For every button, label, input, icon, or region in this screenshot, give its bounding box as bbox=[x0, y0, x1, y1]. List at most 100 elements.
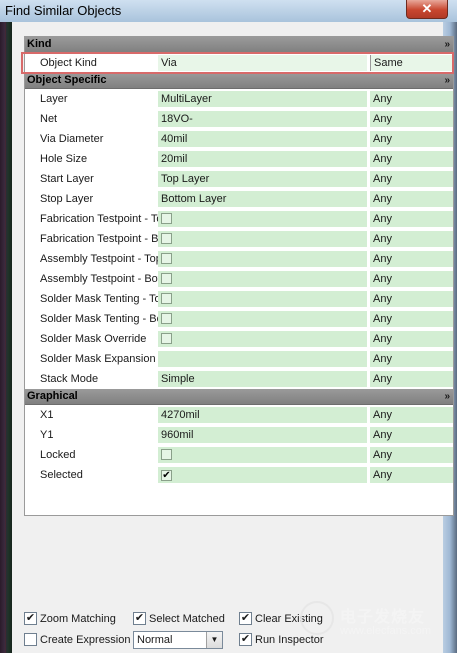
value-checkbox[interactable] bbox=[161, 273, 172, 284]
compare-select[interactable]: Any bbox=[370, 131, 453, 147]
checkbox-box[interactable]: ✔ bbox=[239, 633, 252, 646]
select-matched-checkbox[interactable]: ✔ Select Matched bbox=[133, 612, 225, 625]
zoom-matching-checkbox[interactable]: ✔ Zoom Matching bbox=[24, 612, 116, 625]
property-row[interactable]: Y1 960mil Any bbox=[25, 425, 453, 445]
watermark: 电子发烧友 www.elecfans.com bbox=[300, 595, 440, 645]
property-name: Locked bbox=[40, 449, 76, 461]
property-row[interactable]: X1 4270mil Any bbox=[25, 405, 453, 425]
section-graphical[interactable]: Graphical » bbox=[25, 389, 453, 405]
value-checkbox[interactable] bbox=[161, 293, 172, 304]
property-value[interactable] bbox=[158, 251, 367, 267]
compare-select[interactable]: Any bbox=[370, 171, 453, 187]
property-row[interactable]: Solder Mask Expansion Any bbox=[25, 349, 453, 369]
property-row[interactable]: Net 18VO- Any bbox=[25, 109, 453, 129]
property-value[interactable] bbox=[158, 271, 367, 287]
value-checkbox[interactable] bbox=[161, 253, 172, 264]
checkbox-box[interactable]: ✔ bbox=[24, 612, 37, 625]
property-name: Solder Mask Expansion bbox=[40, 353, 156, 365]
property-row[interactable]: Start Layer Top Layer Any bbox=[25, 169, 453, 189]
property-row[interactable]: Assembly Testpoint - Top Any bbox=[25, 249, 453, 269]
value-checkbox[interactable] bbox=[161, 333, 172, 344]
close-button[interactable]: ✕ bbox=[406, 0, 448, 19]
property-row[interactable]: Selected ✔ Any bbox=[25, 465, 453, 485]
collapse-chevron-icon[interactable]: » bbox=[444, 73, 450, 88]
compare-select[interactable]: Any bbox=[370, 251, 453, 267]
mode-select[interactable]: Normal ▼ bbox=[133, 631, 223, 649]
property-value[interactable]: 960mil bbox=[158, 427, 367, 443]
collapse-chevron-icon[interactable]: » bbox=[444, 37, 450, 52]
compare-select[interactable]: Any bbox=[370, 231, 453, 247]
compare-select[interactable]: Any bbox=[370, 111, 453, 127]
property-row[interactable]: Fabrication Testpoint - Bottom Any bbox=[25, 229, 453, 249]
value-checkbox[interactable] bbox=[161, 233, 172, 244]
compare-select[interactable]: Any bbox=[370, 271, 453, 287]
property-row[interactable]: Stop Layer Bottom Layer Any bbox=[25, 189, 453, 209]
compare-select[interactable]: Any bbox=[370, 291, 453, 307]
property-value[interactable] bbox=[158, 211, 367, 227]
property-value[interactable] bbox=[158, 331, 367, 347]
property-value[interactable]: MultiLayer bbox=[158, 91, 367, 107]
compare-select[interactable]: Any bbox=[370, 151, 453, 167]
property-row[interactable]: Hole Size 20mil Any bbox=[25, 149, 453, 169]
title-bar: Find Similar Objects ✕ bbox=[0, 0, 457, 23]
property-name: Fabrication Testpoint - Top bbox=[40, 213, 158, 225]
collapse-chevron-icon[interactable]: » bbox=[444, 389, 450, 404]
property-row[interactable]: Via Diameter 40mil Any bbox=[25, 129, 453, 149]
compare-select[interactable]: Any bbox=[370, 371, 453, 387]
value-checkbox[interactable] bbox=[161, 449, 172, 460]
property-row[interactable]: Stack Mode Simple Any bbox=[25, 369, 453, 389]
property-value[interactable]: 18VO- bbox=[158, 111, 367, 127]
compare-select[interactable]: Any bbox=[370, 91, 453, 107]
property-value[interactable]: Bottom Layer bbox=[158, 191, 367, 207]
value-checkbox[interactable] bbox=[161, 213, 172, 224]
property-row[interactable]: Solder Mask Tenting - Bottom Any bbox=[25, 309, 453, 329]
property-value[interactable] bbox=[158, 351, 367, 367]
property-value[interactable]: 20mil bbox=[158, 151, 367, 167]
property-row[interactable]: Assembly Testpoint - Bottom Any bbox=[25, 269, 453, 289]
compare-select[interactable]: Any bbox=[370, 351, 453, 367]
property-name: Net bbox=[40, 113, 58, 125]
property-row[interactable]: Solder Mask Tenting - Top Any bbox=[25, 289, 453, 309]
value-checkbox[interactable] bbox=[161, 313, 172, 324]
property-value[interactable] bbox=[158, 447, 367, 463]
watermark-logo-icon bbox=[300, 601, 334, 635]
property-value[interactable]: Simple bbox=[158, 371, 367, 387]
property-row[interactable]: Object Kind Via Same bbox=[25, 53, 453, 73]
property-name: Layer bbox=[40, 93, 68, 105]
property-value[interactable] bbox=[158, 291, 367, 307]
compare-select[interactable]: Any bbox=[370, 447, 453, 463]
property-value[interactable]: Top Layer bbox=[158, 171, 367, 187]
compare-select[interactable]: Any bbox=[370, 311, 453, 327]
property-row[interactable]: Layer MultiLayer Any bbox=[25, 89, 453, 109]
section-object-specific[interactable]: Object Specific » bbox=[25, 73, 453, 89]
property-name: Via Diameter bbox=[40, 133, 104, 145]
compare-select[interactable]: Any bbox=[370, 331, 453, 347]
property-value[interactable]: Via bbox=[158, 55, 367, 71]
checkbox-label: Create Expression bbox=[40, 633, 131, 646]
property-value[interactable]: ✔ bbox=[158, 467, 367, 483]
property-value[interactable] bbox=[158, 231, 367, 247]
compare-select[interactable]: Any bbox=[370, 211, 453, 227]
property-value[interactable]: 40mil bbox=[158, 131, 367, 147]
checkbox-box[interactable]: ✔ bbox=[239, 612, 252, 625]
section-kind[interactable]: Kind » bbox=[25, 37, 453, 53]
property-row[interactable]: Solder Mask Override Any bbox=[25, 329, 453, 349]
value-checkbox[interactable]: ✔ bbox=[161, 470, 172, 481]
compare-select[interactable]: Same bbox=[370, 55, 453, 71]
checkbox-box[interactable]: ✔ bbox=[133, 612, 146, 625]
compare-select[interactable]: Any bbox=[370, 467, 453, 483]
compare-select[interactable]: Any bbox=[370, 191, 453, 207]
create-expression-checkbox[interactable]: Create Expression bbox=[24, 633, 131, 646]
property-value[interactable]: 4270mil bbox=[158, 407, 367, 423]
compare-select[interactable]: Any bbox=[370, 427, 453, 443]
compare-select[interactable]: Any bbox=[370, 407, 453, 423]
checkbox-label: Zoom Matching bbox=[40, 612, 116, 625]
chevron-down-icon[interactable]: ▼ bbox=[206, 632, 222, 648]
property-value[interactable] bbox=[158, 311, 367, 327]
property-row[interactable]: Fabrication Testpoint - Top Any bbox=[25, 209, 453, 229]
property-name: Stop Layer bbox=[40, 193, 94, 205]
property-name: Start Layer bbox=[40, 173, 94, 185]
checkbox-box[interactable] bbox=[24, 633, 37, 646]
property-row[interactable]: Locked Any bbox=[25, 445, 453, 465]
kind-rows: Object Kind Via Same bbox=[25, 53, 453, 73]
